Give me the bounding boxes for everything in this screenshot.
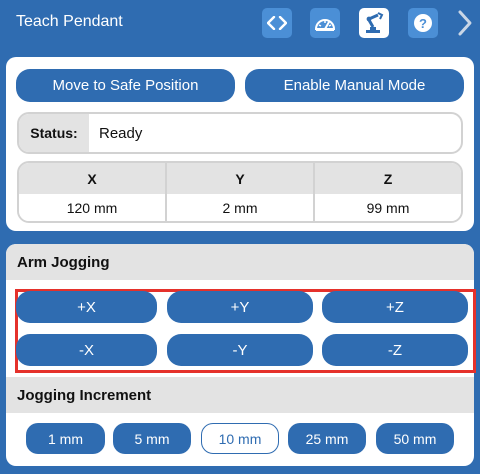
dashboard-gauge-icon[interactable]	[310, 8, 340, 38]
enable-manual-mode-button[interactable]: Enable Manual Mode	[245, 69, 464, 102]
coordinate-y-value: 2 mm	[167, 194, 313, 221]
jog-plus-y-button[interactable]: +Y	[167, 291, 313, 323]
increment-10mm-button[interactable]: 10 mm	[201, 423, 279, 454]
chevron-right-icon[interactable]	[455, 9, 475, 37]
jogging-panel: Arm Jogging +X +Y +Z -X -Y -Z Jogging In…	[6, 244, 476, 466]
help-icon[interactable]: ?	[408, 8, 438, 38]
increment-50mm-button[interactable]: 50 mm	[376, 423, 454, 454]
increment-1mm-button[interactable]: 1 mm	[26, 423, 105, 454]
status-value: Ready	[99, 124, 143, 142]
coordinate-z-column: Z 99 mm	[315, 163, 461, 221]
code-icon[interactable]	[262, 8, 292, 38]
move-to-safe-position-button[interactable]: Move to Safe Position	[16, 69, 235, 102]
coordinate-x-header: X	[19, 163, 165, 194]
arm-jogging-heading: Arm Jogging	[6, 244, 474, 280]
jog-minus-x-button[interactable]: -X	[16, 334, 157, 366]
coordinate-z-header: Z	[315, 163, 461, 194]
coordinate-y-header: Y	[167, 163, 313, 194]
app-header: Teach Pendant ?	[0, 0, 480, 46]
jog-minus-y-button[interactable]: -Y	[167, 334, 313, 366]
status-label: Status:	[19, 114, 89, 152]
jog-plus-x-button[interactable]: +X	[16, 291, 157, 323]
coordinate-y-column: Y 2 mm	[167, 163, 315, 221]
jog-plus-z-button[interactable]: +Z	[322, 291, 468, 323]
coordinate-x-column: X 120 mm	[19, 163, 167, 221]
increment-5mm-button[interactable]: 5 mm	[113, 423, 191, 454]
increment-25mm-button[interactable]: 25 mm	[288, 423, 366, 454]
coordinate-x-value: 120 mm	[19, 194, 165, 221]
jogging-increment-heading: Jogging Increment	[6, 377, 474, 413]
svg-text:?: ?	[419, 16, 427, 31]
coordinate-table: X 120 mm Y 2 mm Z 99 mm	[17, 161, 463, 223]
app-title: Teach Pendant	[16, 13, 123, 30]
status-field: Status: Ready	[17, 112, 463, 154]
robot-arm-icon[interactable]	[359, 8, 389, 38]
coordinate-z-value: 99 mm	[315, 194, 461, 221]
jog-minus-z-button[interactable]: -Z	[322, 334, 468, 366]
